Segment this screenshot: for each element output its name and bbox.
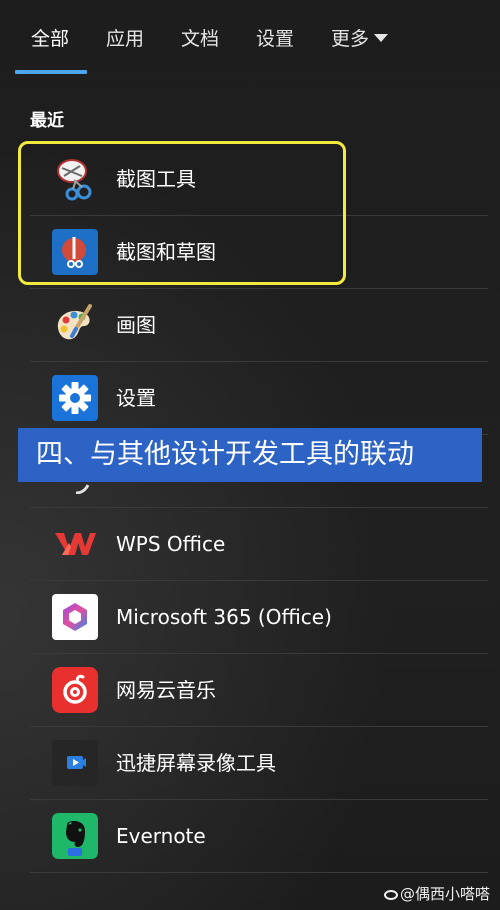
overlay-banner: 四、与其他设计开发工具的联动 xyxy=(18,428,482,482)
list-item-evernote[interactable]: Evernote xyxy=(30,800,488,872)
watermark-text: @偶西小嗒嗒 xyxy=(399,885,490,903)
item-label: Evernote xyxy=(116,824,206,848)
item-label: 画图 xyxy=(116,313,156,337)
paint-palette-icon xyxy=(52,302,98,348)
chevron-down-icon[interactable] xyxy=(374,34,388,42)
gear-icon xyxy=(52,375,98,421)
list-item-wps-office[interactable]: WPS Office xyxy=(30,508,488,580)
section-title-recent: 最近 xyxy=(30,111,64,131)
list-item-settings[interactable]: 设置 xyxy=(30,362,488,434)
list-item-netease-music[interactable]: 网易云音乐 xyxy=(30,654,488,726)
tab-all[interactable]: 全部 xyxy=(31,26,69,52)
tab-documents[interactable]: 文档 xyxy=(181,26,219,52)
item-label: Microsoft 365 (Office) xyxy=(116,605,332,629)
tab-apps[interactable]: 应用 xyxy=(106,26,144,52)
item-label: 设置 xyxy=(116,386,156,410)
list-item-microsoft-365[interactable]: Microsoft 365 (Office) xyxy=(30,581,488,653)
microsoft-365-icon xyxy=(52,594,98,640)
list-item-paint[interactable]: 画图 xyxy=(30,289,488,361)
item-label: 网易云音乐 xyxy=(116,678,216,702)
active-tab-indicator xyxy=(15,70,87,74)
tab-settings[interactable]: 设置 xyxy=(256,26,294,52)
highlight-annotation xyxy=(18,141,346,285)
netease-music-icon xyxy=(52,667,98,713)
list-item-screen-recorder[interactable]: 迅捷屏幕录像工具 xyxy=(30,727,488,799)
evernote-icon xyxy=(52,813,98,859)
watermark: @偶西小嗒嗒 xyxy=(383,883,490,904)
tab-more[interactable]: 更多 xyxy=(331,26,369,52)
item-label: 迅捷屏幕录像工具 xyxy=(116,751,276,775)
screen-recorder-icon xyxy=(52,740,98,786)
filter-tabs: 全部 应用 文档 设置 更多 xyxy=(0,0,500,74)
wps-office-icon xyxy=(52,521,98,567)
item-label: WPS Office xyxy=(116,532,226,556)
watermark-logo-icon xyxy=(383,889,398,900)
divider xyxy=(30,872,488,873)
